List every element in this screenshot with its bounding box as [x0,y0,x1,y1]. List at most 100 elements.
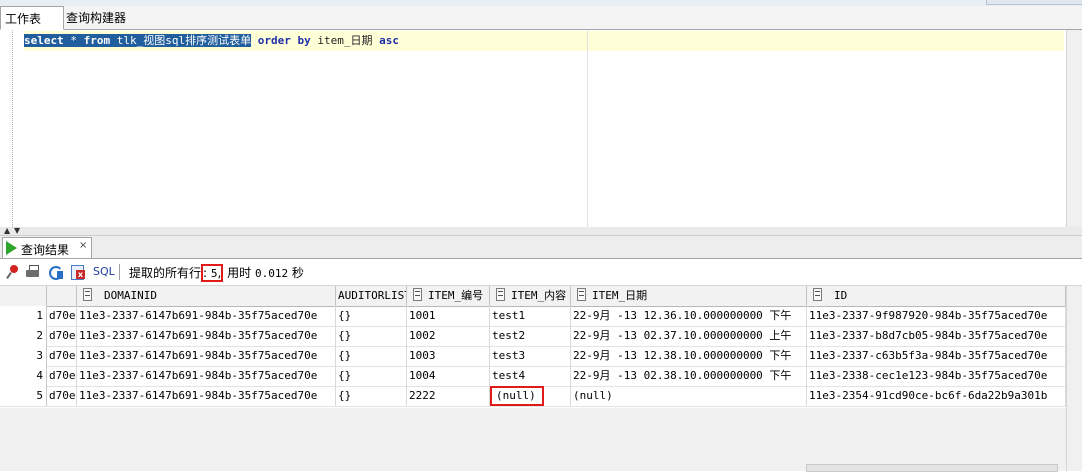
cell-item-no[interactable]: 1002 [407,326,490,346]
cell-domainid[interactable]: 11e3-2337-6147b691-984b-35f75aced70e [77,326,336,346]
cell-id[interactable]: 11e3-2338-cec1e123-984b-35f75aced70e [807,366,1066,386]
status-colon: : [203,266,208,280]
row-number[interactable]: 3 [0,346,47,366]
collapse-down-icon[interactable]: ▼ [14,227,20,235]
column-header-domainid[interactable]: DOMAINID [77,286,336,306]
cell-item-date[interactable]: 22-9月 -13 02.38.10.000000000 下午 [571,366,807,386]
tab-worksheet[interactable]: 工作表 [0,6,64,30]
cell-item-no[interactable]: 1004 [407,366,490,386]
status-comma: , [217,266,222,280]
cell-c0[interactable]: d70e [47,346,77,366]
sql-keyword-by: by [297,34,311,47]
cell-c0[interactable]: d70e [47,306,77,326]
cell-c0[interactable]: d70e [47,386,77,406]
table-row[interactable]: 4 d70e 11e3-2337-6147b691-984b-35f75aced… [0,366,1066,387]
row-number[interactable]: 5 [0,386,47,406]
sql-star: * [63,34,84,47]
row-number-header [0,286,47,306]
row-number[interactable]: 1 [0,306,47,326]
sql-statement[interactable]: select * from tlk_视图sql排序测试表单 order by i… [24,33,399,49]
cell-id[interactable]: 11e3-2337-b8d7cb05-984b-35f75aced70e [807,326,1066,346]
cell-id[interactable]: 11e3-2337-9f987920-984b-35f75aced70e [807,306,1066,326]
sql-keyword-asc: asc [379,34,399,47]
status-prefix: 提取的所有行 [129,266,202,280]
cell-auditorlist[interactable]: {} [336,346,407,366]
cell-auditorlist[interactable]: {} [336,306,407,326]
cell-domainid[interactable]: 11e3-2337-6147b691-984b-35f75aced70e [77,306,336,326]
grid-vertical-scrollbar[interactable] [1066,286,1082,471]
sql-keyword-order: order [257,34,291,47]
column-header-auditorlist[interactable]: AUDITORLIST [336,286,407,306]
table-row[interactable]: 5 d70e 11e3-2337-6147b691-984b-35f75aced… [0,386,1066,407]
result-tab-label: 查询结果 [21,243,70,257]
toolbar-divider [119,264,120,280]
tab-query-result[interactable]: 查询结果 × [2,237,92,258]
header-tab-edge [986,0,1082,5]
time-unit: 秒 [288,266,304,280]
cell-c0[interactable]: d70e [47,366,77,386]
sort-icon[interactable] [496,288,505,301]
cell-item-date[interactable]: 22-9月 -13 12.36.10.000000000 下午 [571,306,807,326]
cell-item-date[interactable]: 22-9月 -13 02.37.10.000000000 上午 [571,326,807,346]
sort-icon[interactable] [577,288,586,301]
sort-icon[interactable] [813,288,822,301]
sql-selection: select * from tlk_视图sql排序测试表单 [24,34,252,47]
cell-item-no[interactable]: 2222 [407,386,490,406]
print-icon[interactable] [26,265,40,279]
cell-item-no[interactable]: 1003 [407,346,490,366]
panel-splitter[interactable]: ▲ ▼ [0,227,1082,236]
column-header-item-date[interactable]: ITEM_日期 [571,286,807,306]
row-number[interactable]: 2 [0,326,47,346]
result-toolbar: x SQL 提取的所有行: 5, 用时 0.012 秒 [0,259,1082,286]
editor-vertical-scrollbar[interactable] [1066,30,1082,227]
sql-keyword-select: select [24,34,64,47]
cell-item-content[interactable]: test3 [490,346,571,366]
column-header-id[interactable]: ID [807,286,1066,306]
result-tabs: 查询结果 × [0,236,1082,259]
sort-icon[interactable] [83,288,92,301]
table-row[interactable]: 2 d70e 11e3-2337-6147b691-984b-35f75aced… [0,326,1066,347]
cell-auditorlist[interactable]: {} [336,386,407,406]
refresh-icon[interactable] [48,265,64,280]
cell-item-content[interactable]: (null) [490,386,571,406]
grid-header-row: DOMAINID AUDITORLIST ITEM_编号 ITEM_内容 ITE… [0,286,1066,307]
row-count: 5 [210,267,218,280]
close-icon[interactable]: × [79,240,87,251]
cell-c0[interactable]: d70e [47,326,77,346]
export-icon[interactable]: x [71,265,85,280]
cell-domainid[interactable]: 11e3-2337-6147b691-984b-35f75aced70e [77,346,336,366]
sort-icon[interactable] [413,288,422,301]
cell-item-content[interactable]: test1 [490,306,571,326]
table-row[interactable]: 1 d70e 11e3-2337-6147b691-984b-35f75aced… [0,306,1066,327]
collapse-up-icon[interactable]: ▲ [4,227,10,235]
cell-id[interactable]: 11e3-2337-c63b5f3a-984b-35f75aced70e [807,346,1066,366]
column-header-item-content[interactable]: ITEM_内容 [490,286,571,306]
cell-item-content[interactable]: test2 [490,326,571,346]
cell-auditorlist[interactable]: {} [336,326,407,346]
fetch-status: 提取的所有行: 5, 用时 0.012 秒 [129,264,304,282]
tab-query-builder[interactable]: 查询构建器 [62,6,130,28]
grid-body: DOMAINID AUDITORLIST ITEM_编号 ITEM_内容 ITE… [0,286,1066,408]
cell-item-no[interactable]: 1001 [407,306,490,326]
sql-keyword-from: from [83,34,111,47]
table-row[interactable]: 3 d70e 11e3-2337-6147b691-984b-35f75aced… [0,346,1066,367]
cell-domainid[interactable]: 11e3-2337-6147b691-984b-35f75aced70e [77,386,336,406]
pin-icon[interactable] [6,265,20,279]
cell-item-date[interactable]: 22-9月 -13 12.38.10.000000000 下午 [571,346,807,366]
column-header-item-no[interactable]: ITEM_编号 [407,286,490,306]
worksheet-tabs: 工作表 查询构建器 [0,6,1082,30]
column-header-c0[interactable] [47,286,77,306]
play-icon [6,241,17,255]
sql-button[interactable]: SQL [93,265,115,278]
cell-auditorlist[interactable]: {} [336,366,407,386]
sql-editor[interactable]: select * from tlk_视图sql排序测试表单 order by i… [0,30,1082,228]
cell-id[interactable]: 11e3-2354-91cd90ce-bc6f-6da22b9a301b [807,386,1066,406]
cell-item-date[interactable]: (null) [571,386,807,406]
row-number[interactable]: 4 [0,366,47,386]
result-grid[interactable]: DOMAINID AUDITORLIST ITEM_编号 ITEM_内容 ITE… [0,286,1082,472]
cell-domainid[interactable]: 11e3-2337-6147b691-984b-35f75aced70e [77,366,336,386]
cell-item-content[interactable]: test4 [490,366,571,386]
row-count-highlight: : 5, [201,264,224,282]
sql-table-name: tlk_视图sql排序测试表单 [110,34,252,47]
elapsed-time: 0.012 [254,267,289,280]
